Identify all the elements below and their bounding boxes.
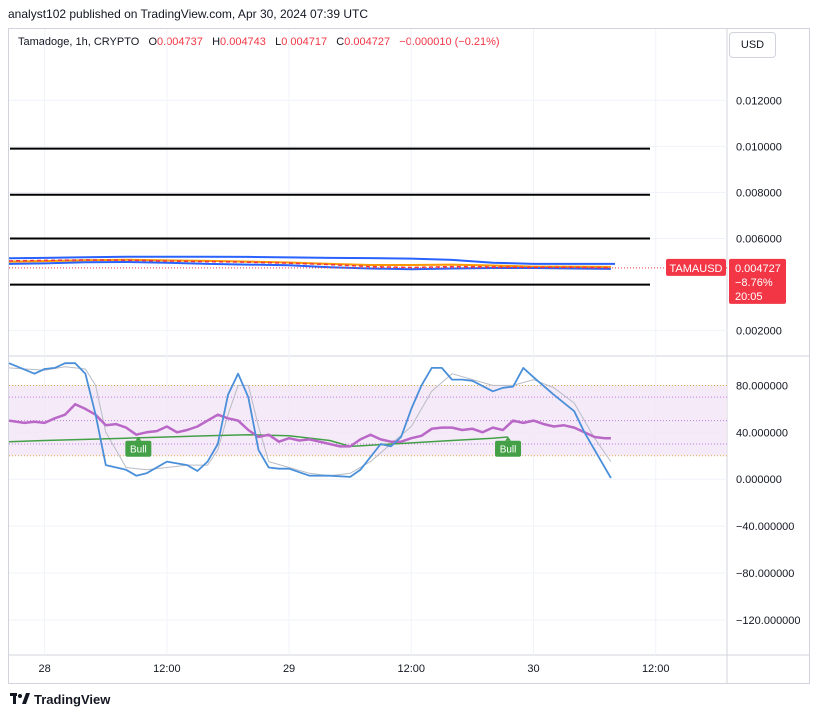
osc-tick-label: −120.000000 bbox=[736, 615, 801, 627]
tradingview-logo-icon bbox=[10, 693, 30, 708]
tradingview-brand: TradingView bbox=[34, 692, 111, 707]
oscillator-panel: Bull Bull bbox=[8, 362, 727, 479]
osc-tick-label: 0.000000 bbox=[736, 474, 782, 486]
osc-tick-label: −40.000000 bbox=[736, 521, 794, 533]
price-tick-label: 0.012000 bbox=[736, 95, 782, 107]
price-tick-label: 0.010000 bbox=[736, 141, 782, 153]
osc-tick-label: 40.000000 bbox=[736, 427, 788, 439]
chart-svg: TAMAUSD 0.004727 −8.76% 20:05 Bull Bull 28 12… bbox=[8, 29, 809, 683]
price-tick-label: 0.002000 bbox=[736, 326, 782, 338]
last-price-label: 0.004727 bbox=[735, 263, 781, 275]
x-tick-label: 29 bbox=[283, 663, 295, 675]
price-tick-label: 0.006000 bbox=[736, 234, 782, 246]
x-tick-label: 28 bbox=[39, 663, 51, 675]
x-tick-label: 12:00 bbox=[642, 663, 670, 675]
osc-tick-label: 80.000000 bbox=[736, 380, 788, 392]
grid-lines bbox=[9, 29, 809, 683]
x-tick-label: 12:00 bbox=[153, 663, 181, 675]
price-tick-label: 0.008000 bbox=[736, 187, 782, 199]
bull-signal-label: Bull bbox=[130, 445, 147, 456]
x-tick-label: 12:00 bbox=[398, 663, 426, 675]
bull-signal-label: Bull bbox=[500, 445, 517, 456]
symbol-tag-label: TAMAUSD bbox=[670, 263, 723, 275]
osc-tick-label: −80.000000 bbox=[736, 568, 794, 580]
change-pct-label: −8.76% bbox=[735, 277, 773, 289]
price-panel: TAMAUSD 0.004727 −8.76% 20:05 bbox=[8, 147, 786, 304]
x-tick-label: 30 bbox=[527, 663, 539, 675]
tradingview-footer: TradingView bbox=[10, 692, 110, 708]
countdown-label: 20:05 bbox=[735, 291, 763, 303]
